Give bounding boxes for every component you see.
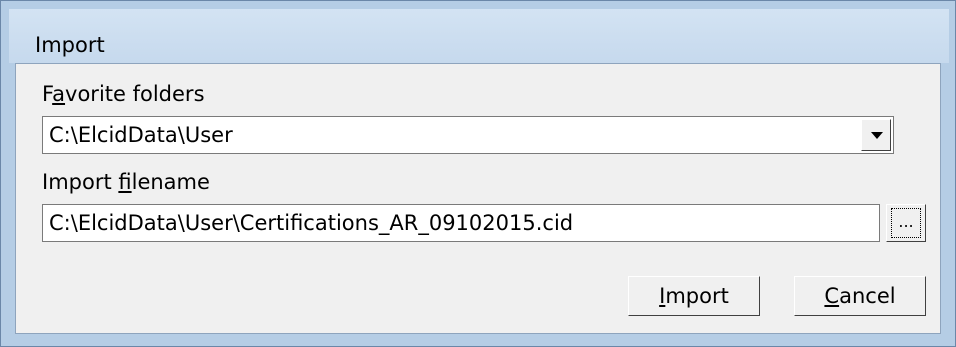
title-bar[interactable]: Import xyxy=(9,9,949,63)
favorite-folders-dropdown-button[interactable] xyxy=(861,119,891,151)
window-title: Import xyxy=(35,33,105,57)
favorite-folders-select[interactable]: C:\ElcidData\User xyxy=(42,116,894,154)
import-filename-value: C:\ElcidData\User\Certifications_AR_0910… xyxy=(49,211,574,235)
favorite-folders-label: Favorite folders xyxy=(42,82,205,106)
favorite-folders-value: C:\ElcidData\User xyxy=(49,123,233,147)
ellipsis-icon: ... xyxy=(891,208,921,238)
chevron-down-icon xyxy=(871,132,883,139)
browse-button[interactable]: ... xyxy=(886,204,926,242)
cancel-button[interactable]: Cancel xyxy=(794,276,926,316)
import-filename-label: Import filename xyxy=(42,170,210,194)
import-dialog: Import Favorite folders C:\ElcidData\Use… xyxy=(0,0,956,347)
dialog-body: Favorite folders C:\ElcidData\User Impor… xyxy=(15,63,941,334)
import-button[interactable]: Import xyxy=(628,276,760,316)
import-filename-input[interactable]: C:\ElcidData\User\Certifications_AR_0910… xyxy=(42,204,880,242)
